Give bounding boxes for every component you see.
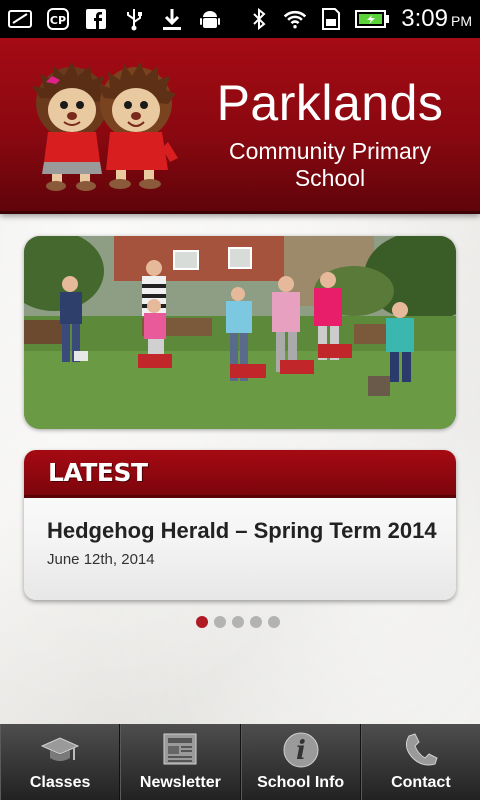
bluetooth-icon [247, 7, 271, 31]
tab-classes-label: Classes [29, 774, 91, 791]
tab-school-info[interactable]: i School Info [240, 724, 361, 800]
school-name: Parklands [216, 75, 444, 131]
phone-icon [401, 730, 441, 770]
carousel-dot[interactable] [196, 616, 208, 628]
news-date: June 12th, 2014 [47, 551, 155, 568]
tab-newsletter[interactable]: Newsletter [120, 724, 241, 800]
status-bar: CP 3:09 PM [0, 0, 480, 38]
usb-icon [122, 7, 146, 31]
svg-text:i: i [296, 736, 306, 766]
battery-icon [355, 7, 390, 31]
app-header: Parklands Community Primary School [0, 38, 480, 214]
latest-news-card[interactable]: LATEST Hedgehog Herald – Spring Term 201… [24, 450, 456, 600]
tab-contact-label: Contact [391, 774, 451, 791]
message-icon [8, 7, 32, 31]
android-icon [198, 7, 222, 31]
tab-classes[interactable]: Classes [0, 724, 121, 800]
carousel-dot[interactable] [232, 616, 244, 628]
tab-school-info-label: School Info [257, 774, 345, 791]
clock: 3:09 PM [401, 5, 472, 33]
latest-label: LATEST [48, 458, 148, 487]
carousel-dot[interactable] [250, 616, 262, 628]
status-right-icons: 3:09 PM [247, 5, 472, 33]
tab-contact[interactable]: Contact [360, 724, 480, 800]
carousel-dot[interactable] [214, 616, 226, 628]
bottom-tab-bar: Classes Newsletter i School Info Contact [0, 724, 480, 800]
download-icon [160, 7, 184, 31]
school-subtitle: Community Primary School [229, 138, 431, 191]
graduation-cap-icon [40, 730, 80, 770]
status-left-icons: CP [8, 7, 222, 31]
hedgehog-mascot-logo [30, 58, 180, 193]
newspaper-icon [160, 730, 200, 770]
news-title[interactable]: Hedgehog Herald – Spring Term 2014 [47, 518, 437, 544]
info-icon: i [281, 730, 321, 770]
latest-header: LATEST [24, 450, 456, 498]
svg-text:CP: CP [50, 14, 66, 27]
carousel-dot[interactable] [268, 616, 280, 628]
clock-ampm: PM [451, 13, 472, 29]
voicemail-icon: CP [46, 7, 70, 31]
featured-photo[interactable] [24, 236, 456, 429]
clock-time: 3:09 [401, 5, 448, 32]
carousel-pager [196, 616, 280, 628]
wifi-icon [283, 7, 307, 31]
facebook-icon [84, 7, 108, 31]
sd-card-icon [319, 7, 343, 31]
tab-newsletter-label: Newsletter [139, 774, 221, 791]
